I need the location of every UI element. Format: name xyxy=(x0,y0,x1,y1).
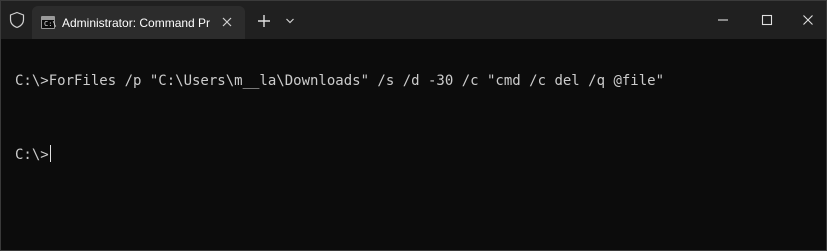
close-icon[interactable] xyxy=(220,15,234,29)
close-icon[interactable] xyxy=(799,11,817,29)
command-line: C:\>ForFiles /p "C:\Users\m__la\Download… xyxy=(15,73,665,89)
maximize-icon[interactable] xyxy=(758,11,776,29)
tab-title: Administrator: Command Prom xyxy=(62,16,210,30)
title-bar[interactable]: C:\ Administrator: Command Prom xyxy=(1,1,826,39)
prompt-line: C:\> xyxy=(15,145,51,164)
shield-icon xyxy=(9,11,25,29)
chevron-down-icon[interactable] xyxy=(285,17,295,25)
tab-command-prompt[interactable]: C:\ Administrator: Command Prom xyxy=(32,6,245,39)
terminal-window: C:\ Administrator: Command Prom C:\>ForF… xyxy=(0,0,827,251)
prompt-text: C:\> xyxy=(15,147,49,163)
command-prompt-icon: C:\ xyxy=(41,16,57,29)
plus-icon[interactable] xyxy=(256,13,272,29)
minimize-icon[interactable] xyxy=(714,11,732,29)
terminal-output[interactable]: C:\>ForFiles /p "C:\Users\m__la\Download… xyxy=(1,39,826,250)
text-cursor xyxy=(49,145,51,162)
